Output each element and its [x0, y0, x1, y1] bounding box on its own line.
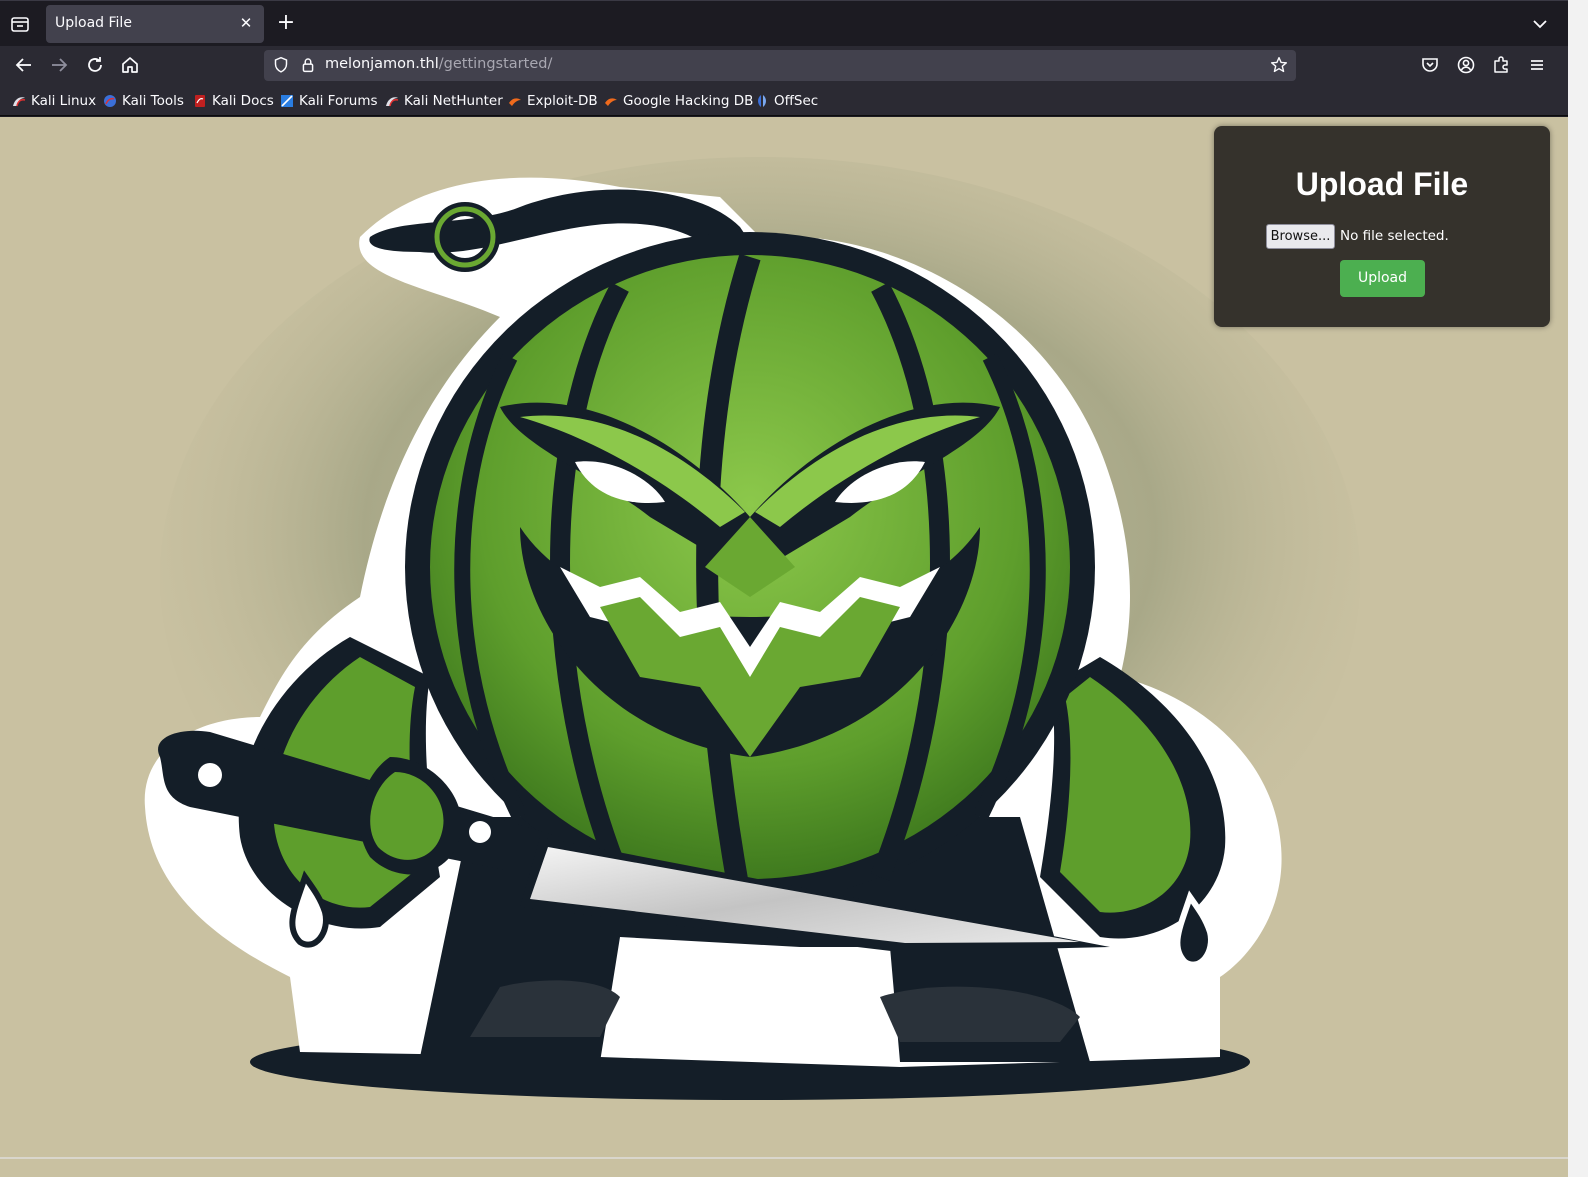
bookmark-label: Kali Docs [212, 93, 274, 109]
star-icon[interactable] [1268, 54, 1290, 80]
bookmark-label: Kali Tools [122, 93, 184, 109]
menu-icon[interactable] [1525, 53, 1549, 77]
exploit-db-icon [604, 94, 618, 108]
url-bar[interactable]: melonjamon.thl/gettingstarted/ [264, 50, 1296, 81]
bookmark-kali-linux[interactable]: Kali Linux [12, 92, 96, 110]
bookmark-label: Google Hacking DB [623, 93, 754, 109]
bookmark-kali-tools[interactable]: Kali Tools [103, 92, 184, 110]
home-icon[interactable] [118, 53, 142, 77]
bookmark-label: Kali Forums [299, 93, 378, 109]
reload-icon[interactable] [83, 53, 107, 77]
shield-icon[interactable] [270, 54, 292, 80]
upload-button[interactable]: Upload [1340, 260, 1425, 297]
upload-title: Upload File [1295, 166, 1469, 202]
bookmark-kali-nethunter[interactable]: Kali NetHunter [385, 92, 503, 110]
url-text[interactable]: melonjamon.thl/gettingstarted/ [325, 56, 552, 72]
kali-dragon-icon [12, 94, 26, 108]
kali-forums-icon [280, 94, 294, 108]
exploit-db-icon [508, 94, 522, 108]
bookmark-kali-docs[interactable]: Kali Docs [193, 92, 274, 110]
bookmark-exploit-db[interactable]: Exploit-DB [508, 92, 598, 110]
kali-dragon-icon [385, 94, 399, 108]
desktop-edge [1568, 0, 1588, 1177]
extensions-icon[interactable] [1489, 53, 1513, 77]
bookmarks-toolbar: Kali Linux Kali Tools Kali Docs Kali For… [0, 84, 1568, 116]
bookmark-kali-forums[interactable]: Kali Forums [280, 92, 378, 110]
bookmark-google-hacking-db[interactable]: Google Hacking DB [604, 92, 753, 110]
lock-icon[interactable] [297, 54, 319, 80]
kali-tools-icon [103, 94, 117, 108]
bookmark-label: Kali Linux [31, 93, 97, 109]
bookmark-offsec[interactable]: OffSec [755, 92, 818, 110]
url-host: melonjamon.thl [325, 56, 439, 72]
bookmark-label: OffSec [774, 93, 819, 109]
tab-upload-file[interactable]: Upload File ✕ [46, 5, 264, 43]
url-path: /gettingstarted/ [438, 56, 553, 72]
tab-title: Upload File [55, 15, 132, 31]
back-arrow-icon[interactable] [12, 53, 36, 77]
offsec-icon [755, 94, 769, 108]
forward-arrow-icon[interactable] [47, 53, 71, 77]
browse-button[interactable]: Browse... [1266, 224, 1335, 249]
navigation-bar: melonjamon.thl/gettingstarted/ [0, 46, 1568, 84]
close-icon[interactable]: ✕ [236, 13, 256, 33]
page-content: Upload File Browse... No file selected. … [0, 117, 1568, 1157]
pocket-icon[interactable] [1418, 53, 1442, 77]
bookmark-label: Exploit-DB [527, 93, 598, 109]
upload-panel: Upload File Browse... No file selected. … [1214, 126, 1550, 327]
page-bottom-edge [0, 1157, 1568, 1177]
account-icon[interactable] [1454, 53, 1478, 77]
file-status-text: No file selected. [1340, 228, 1449, 244]
kali-docs-icon [193, 94, 207, 108]
browser-window: Upload File ✕ + melonjamon.thl/gettingst… [0, 0, 1568, 1177]
chevron-down-icon[interactable] [1528, 12, 1552, 36]
tab-strip: Upload File ✕ + [0, 0, 1568, 46]
tab-list-icon[interactable] [8, 12, 32, 36]
bookmark-label: Kali NetHunter [404, 93, 503, 109]
new-tab-icon[interactable]: + [274, 12, 298, 36]
